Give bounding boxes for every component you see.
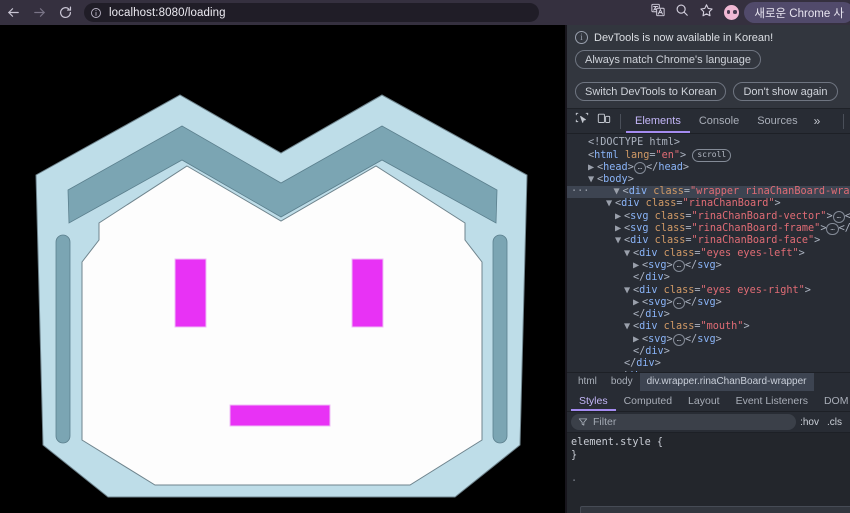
tab-dom-breakpoints[interactable]: DOM Breakpoints bbox=[816, 390, 850, 411]
filter-input[interactable]: Filter bbox=[571, 414, 797, 430]
tab-styles[interactable]: Styles bbox=[571, 390, 616, 411]
dom-row[interactable]: ▶ <svg>… </svg> bbox=[567, 259, 850, 272]
dont-show-again-button[interactable]: Don't show again bbox=[733, 82, 838, 101]
translate-icon bbox=[651, 3, 665, 22]
dom-row[interactable]: ▶ <svg>… </svg> bbox=[567, 333, 850, 346]
devtools-panel: i DevTools is now available in Korean! A… bbox=[565, 25, 850, 513]
tooltip-popup: The level of embedding with respect to t… bbox=[580, 506, 850, 513]
url-text: localhost:8080/loading bbox=[109, 6, 226, 19]
dom-row[interactable]: ▶ <svg>… </svg> bbox=[567, 296, 850, 309]
arrow-left-icon bbox=[6, 5, 21, 20]
styles-rules-pane[interactable]: element.style { } · } · The level of emb… bbox=[567, 433, 850, 513]
dom-row[interactable]: ▶<svg class="rinaChanBoard-frame">…</svg… bbox=[567, 223, 850, 236]
dom-row[interactable]: ▼ <div class="rinaChanBoard-face"> bbox=[567, 235, 850, 247]
filter-icon bbox=[578, 417, 588, 427]
styles-gutter-dot: · bbox=[571, 476, 578, 487]
dom-row[interactable]: ▼ <body> bbox=[567, 174, 850, 186]
star-icon bbox=[699, 3, 714, 23]
tab-event-listeners[interactable]: Event Listeners bbox=[728, 390, 816, 411]
device-toolbar-button[interactable] bbox=[593, 109, 615, 133]
tab-elements[interactable]: Elements bbox=[626, 109, 690, 133]
style-rule-open[interactable]: element.style { bbox=[571, 436, 850, 449]
styles-filter-row: Filter :hov .cls bbox=[567, 412, 850, 433]
dom-tree[interactable]: <!DOCTYPE html> <html lang="en"> scroll ▶ <… bbox=[567, 134, 850, 372]
styles-tabstrip: Styles Computed Layout Event Listeners D… bbox=[567, 390, 850, 412]
rinaChanBoard bbox=[35, 94, 528, 498]
mouth bbox=[229, 404, 331, 427]
new-chrome-label: 새로운 Chrome 사 bbox=[754, 7, 844, 20]
dom-row[interactable]: </div> bbox=[567, 346, 850, 358]
search-magnifier-icon bbox=[675, 3, 689, 22]
dom-row[interactable]: ▼ <div class="mouth"> bbox=[567, 321, 850, 333]
reload-button[interactable] bbox=[52, 0, 78, 25]
bookmark-button[interactable] bbox=[694, 0, 718, 25]
device-toolbar-icon bbox=[597, 112, 611, 131]
dom-row[interactable]: ▼ <div class="eyes eyes-right"> bbox=[567, 285, 850, 297]
infobar-message: DevTools is now available in Korean! bbox=[594, 31, 774, 44]
tabstrip-divider bbox=[843, 114, 844, 129]
eyes-right bbox=[351, 258, 384, 328]
address-bar[interactable]: localhost:8080/loading bbox=[84, 3, 539, 22]
breadcrumb-item-wrapper[interactable]: div.wrapper.rinaChanBoard-wrapper bbox=[639, 372, 814, 391]
dom-row[interactable]: ▼ <div class="eyes eyes-left"> bbox=[567, 248, 850, 260]
dom-row[interactable]: </div> bbox=[567, 358, 850, 370]
frame-bevel-left bbox=[55, 234, 71, 444]
page-viewport bbox=[0, 25, 563, 513]
dom-row[interactable]: ··· ▼ <div class="wrapper rinaChanBoard-w… bbox=[567, 186, 850, 199]
switch-devtools-to-korean-button[interactable]: Switch DevTools to Korean bbox=[575, 82, 727, 101]
arrow-right-icon bbox=[32, 5, 47, 20]
dom-row[interactable]: </div> bbox=[567, 371, 850, 372]
inspect-element-button[interactable] bbox=[571, 109, 593, 133]
devtools-infobar: i DevTools is now available in Korean! A… bbox=[567, 25, 850, 109]
reload-icon bbox=[58, 5, 73, 20]
hov-toggle[interactable]: :hov bbox=[796, 417, 823, 428]
dom-row[interactable]: ▶<svg class="rinaChanBoard-vector">…</sv… bbox=[567, 210, 850, 223]
breadcrumb: html body div.wrapper.rinaChanBoard-wrap… bbox=[567, 372, 850, 391]
info-circle-icon: i bbox=[575, 31, 588, 44]
cls-toggle[interactable]: .cls bbox=[823, 417, 846, 428]
avatar[interactable] bbox=[724, 5, 740, 20]
toolbar-right-group: 새로운 Chrome 사 bbox=[646, 0, 850, 25]
tab-computed[interactable]: Computed bbox=[616, 390, 680, 411]
style-rule-close: } bbox=[571, 450, 578, 461]
back-button[interactable] bbox=[0, 0, 26, 25]
translate-button[interactable] bbox=[646, 0, 670, 25]
dom-row[interactable]: ▶ <head>… </head> bbox=[567, 161, 850, 174]
filter-placeholder: Filter bbox=[593, 416, 617, 428]
forward-button[interactable] bbox=[26, 0, 52, 25]
inspect-element-icon bbox=[575, 112, 589, 131]
zoom-button[interactable] bbox=[670, 0, 694, 25]
dom-row[interactable]: </div> bbox=[567, 272, 850, 284]
tab-console[interactable]: Console bbox=[690, 109, 748, 133]
tab-layout[interactable]: Layout bbox=[680, 390, 728, 411]
breadcrumb-item-html[interactable]: html bbox=[571, 373, 604, 391]
dom-row[interactable]: <html lang="en"> scroll bbox=[567, 149, 850, 163]
browser-toolbar: localhost:8080/loading 새로운 Chrome 사 bbox=[0, 0, 850, 25]
dom-row[interactable]: <!DOCTYPE html> bbox=[567, 137, 850, 149]
always-match-chrome-language-button[interactable]: Always match Chrome's language bbox=[575, 50, 761, 69]
tab-sources[interactable]: Sources bbox=[748, 109, 806, 133]
more-tabs-button[interactable]: » bbox=[807, 109, 828, 133]
eyes-left bbox=[174, 258, 207, 328]
frame-bevel-right bbox=[492, 234, 508, 444]
devtools-tabstrip: Elements Console Sources » bbox=[567, 109, 850, 134]
infobar-buttons: Always match Chrome's language Switch De… bbox=[575, 44, 842, 101]
breadcrumb-item-body[interactable]: body bbox=[604, 373, 640, 391]
new-chrome-button[interactable]: 새로운 Chrome 사 bbox=[744, 2, 850, 23]
dom-row[interactable]: ▼ <div class="rinaChanBoard"> bbox=[567, 198, 850, 210]
toolbar-divider bbox=[620, 113, 621, 129]
info-circle-icon[interactable] bbox=[89, 6, 103, 20]
dom-row[interactable]: </div> bbox=[567, 309, 850, 321]
